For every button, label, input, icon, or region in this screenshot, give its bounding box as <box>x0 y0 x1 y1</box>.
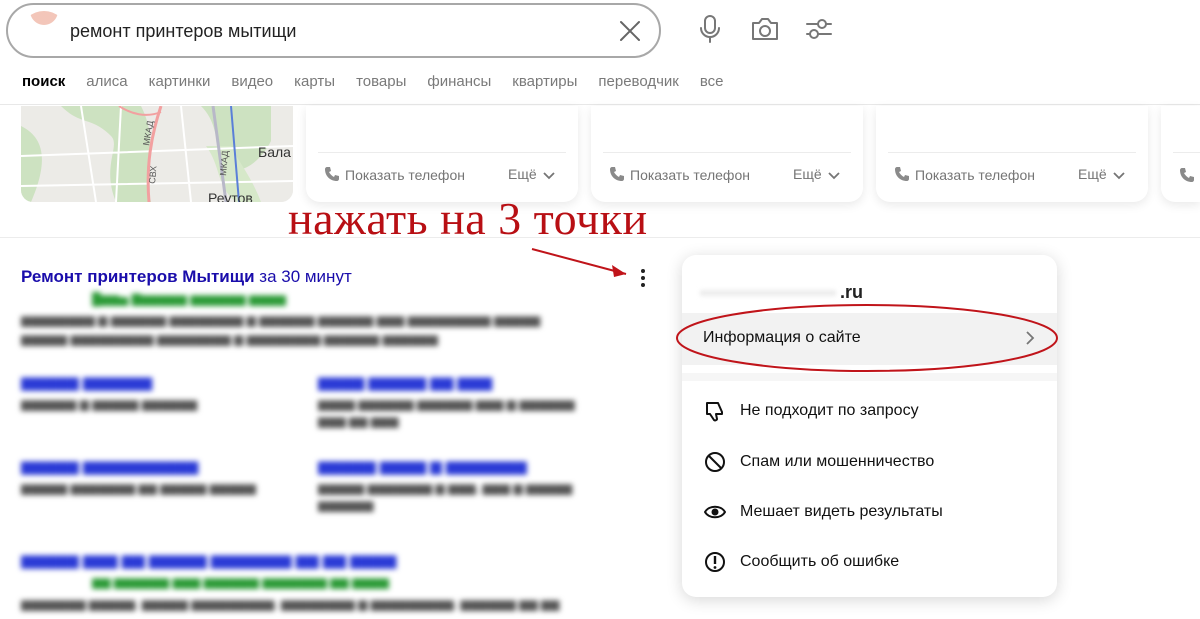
more-label: Ещё <box>793 166 822 182</box>
map-place-label: Бала <box>258 144 291 160</box>
site-info-button[interactable]: Информация о сайте <box>682 313 1057 365</box>
menu-item-not-relevant[interactable]: Не подходит по запросу <box>682 389 1057 435</box>
tab-finance[interactable]: финансы <box>427 73 491 90</box>
exclamation-circle-icon <box>705 552 725 572</box>
tab-all[interactable]: все <box>700 73 724 90</box>
phone-icon <box>895 167 909 181</box>
more-label: Ещё <box>508 166 537 182</box>
sitelink-desc-blurred: ▆▆▆▆▆▆ <box>318 498 374 512</box>
map-place-label: Реутов <box>208 190 253 202</box>
tab-video[interactable]: видео <box>231 73 273 90</box>
phone-icon <box>610 167 624 181</box>
sitelink-desc-blurred: ▆▆▆▆ ▆▆▆▆▆▆ ▆▆▆▆▆▆ ▆▆▆ ▆ ▆▆▆▆▆▆ <box>318 397 575 411</box>
menu-separator <box>682 373 1057 381</box>
menu-item-label: Не подходит по запросу <box>740 402 919 419</box>
more-button[interactable]: Ещё <box>1078 166 1125 182</box>
more-button[interactable]: Ещё <box>793 166 840 182</box>
show-phone-button[interactable]: Показать телефон <box>894 166 1035 183</box>
result-2-title-blurred[interactable]: ▆▆▆▆▆ ▆▆▆ ▆▆ ▆▆▆▆▆ ▆▆▆▆▆▆▆ ▆▆ ▆▆ ▆▆▆▆ <box>21 551 396 569</box>
phone-icon <box>325 167 339 181</box>
close-icon[interactable] <box>618 19 642 43</box>
menu-item-report-error[interactable]: Сообщить об ошибке <box>682 540 1057 586</box>
tab-apartments[interactable]: квартиры <box>512 73 577 90</box>
tab-search[interactable]: поиск <box>22 73 65 90</box>
result-2-snippet-blurred: ▆▆▆▆▆▆▆ ▆▆▆▆▆. ▆▆▆▆▆ ▆▆▆▆▆▆▆▆▆. ▆▆▆▆▆▆▆▆… <box>21 597 560 611</box>
sitelink-blurred[interactable]: ▆▆▆▆ ▆▆▆▆▆ ▆▆ ▆▆▆ <box>318 373 492 391</box>
result-snippet-blurred: ▆▆▆▆▆▆▆▆ ▆ ▆▆▆▆▆▆ ▆▆▆▆▆▆▆▆ ▆ ▆▆▆▆▆▆ ▆▆▆▆… <box>21 313 541 327</box>
thumb-down-icon <box>706 402 723 422</box>
menu-item-label: Сообщить об ошибке <box>740 553 900 570</box>
site-info-label: Информация о сайте <box>703 329 861 346</box>
map-preview[interactable]: МКАД СВХ МКАД Бала Реутов <box>21 106 293 202</box>
org-card[interactable]: Показать телефон Ещё <box>306 106 578 202</box>
more-label: Ещё <box>1078 166 1107 182</box>
result-title[interactable]: Ремонт принтеров Мытищи за 30 минут <box>21 267 352 287</box>
sitelink-desc-blurred: ▆▆▆▆▆▆ ▆ ▆▆▆▆▆ ▆▆▆▆▆▆ <box>21 397 198 411</box>
more-button[interactable]: Ещё <box>508 166 555 182</box>
menu-item-label: Спам или мошенничество <box>740 453 935 470</box>
map-graphic: МКАД СВХ МКАД <box>21 106 293 202</box>
menu-item-obstructs[interactable]: Мешает видеть результаты <box>682 490 1057 536</box>
site-domain: .ru <box>840 282 864 302</box>
tab-alisa[interactable]: алиса <box>86 73 127 90</box>
chevron-down-icon <box>828 172 840 180</box>
card-divider <box>888 152 1136 153</box>
sitelink-desc-blurred: ▆▆▆ ▆▆ ▆▆▆ <box>318 414 399 428</box>
site-header: .ru Информация о сайте <box>682 255 1057 375</box>
menu-item-label: Мешает видеть результаты <box>740 503 943 520</box>
annotation-text: нажать на 3 точки <box>288 193 648 244</box>
org-card[interactable]: Показать телефон Ещё <box>876 106 1148 202</box>
show-phone-label: Показать телефон <box>915 167 1035 183</box>
show-phone-label: Показать телефон <box>345 167 465 183</box>
chevron-right-icon <box>1026 331 1035 345</box>
result-url-blurred: █▆▆▅ ▇▆▆▆▆▆ ▆▆▆▆▆▆ ▆▆▆▆ <box>92 292 286 306</box>
sitelink-desc-blurred: ▆▆▆▆▆ ▆▆▆▆▆▆▆ ▆ ▆▆▆, ▆▆▆ ▆ ▆▆▆▆▆ <box>318 481 573 495</box>
vertical-dots-icon[interactable] <box>636 266 650 290</box>
chevron-down-icon <box>1113 172 1125 180</box>
result-snippet-blurred: ▆▆▆▆▆ ▆▆▆▆▆▆▆▆▆ ▆▆▆▆▆▆▆▆ ▆ ▆▆▆▆▆▆▆▆ ▆▆▆▆… <box>21 332 438 346</box>
org-card[interactable]: Показать телефон Ещё <box>591 106 863 202</box>
show-phone-label: Показать телефон <box>630 167 750 183</box>
annotation-arrow <box>531 248 627 277</box>
sitelink-desc-blurred: ▆▆▆▆▆ ▆▆▆▆▆▆▆ ▆▆ ▆▆▆▆▆ ▆▆▆▆▆ <box>21 481 256 495</box>
result-2-url-blurred: ▆▆ ▆▆▆▆▆▆ ▆▆▆ ▆▆▆▆▆▆ ▆▆▆▆▆▆▆ ▆▆ ▆▆▆▆ <box>92 575 389 589</box>
result-context-menu: .ru Информация о сайте Не подходит по за… <box>682 255 1057 597</box>
microphone-icon[interactable] <box>693 12 727 46</box>
domain-blurred <box>700 290 836 296</box>
search-tabs: поиск алиса картинки видео карты товары … <box>22 73 724 90</box>
search-logo <box>22 11 66 51</box>
camera-icon[interactable] <box>748 12 782 46</box>
chevron-down-icon <box>543 172 555 180</box>
filter-sliders-icon[interactable] <box>802 12 836 46</box>
map-road-label: СВХ <box>147 165 159 184</box>
menu-item-spam[interactable]: Спам или мошенничество <box>682 440 1057 486</box>
sitelink-blurred[interactable]: ▆▆▆▆▆ ▆▆▆▆▆▆▆▆▆▆ <box>21 457 198 475</box>
phone-icon[interactable] <box>1179 167 1195 183</box>
tab-images[interactable]: картинки <box>149 73 211 90</box>
show-phone-button[interactable]: Показать телефон <box>324 166 465 183</box>
block-icon <box>705 452 725 472</box>
card-divider <box>603 152 851 153</box>
tab-goods[interactable]: товары <box>356 73 406 90</box>
eye-icon <box>704 505 726 519</box>
org-card-partial[interactable] <box>1161 106 1200 202</box>
result-title-rest[interactable]: за 30 минут <box>255 267 351 286</box>
tab-translator[interactable]: переводчик <box>598 73 678 90</box>
tabs-divider <box>0 104 1200 105</box>
search-input[interactable]: ремонт принтеров мытищи <box>70 21 296 42</box>
sitelink-blurred[interactable]: ▆▆▆▆▆ ▆▆▆▆ ▆ ▆▆▆▆▆▆▆ <box>318 457 527 475</box>
sitelink-blurred[interactable]: ▆▆▆▆▆ ▆▆▆▆▆▆ <box>21 373 152 391</box>
search-box[interactable]: ремонт принтеров мытищи <box>6 3 661 58</box>
card-divider <box>1173 152 1200 153</box>
tab-maps[interactable]: карты <box>294 73 335 90</box>
card-divider <box>318 152 566 153</box>
show-phone-button[interactable]: Показать телефон <box>609 166 750 183</box>
result-title-link[interactable]: Ремонт принтеров Мытищи <box>21 267 255 286</box>
